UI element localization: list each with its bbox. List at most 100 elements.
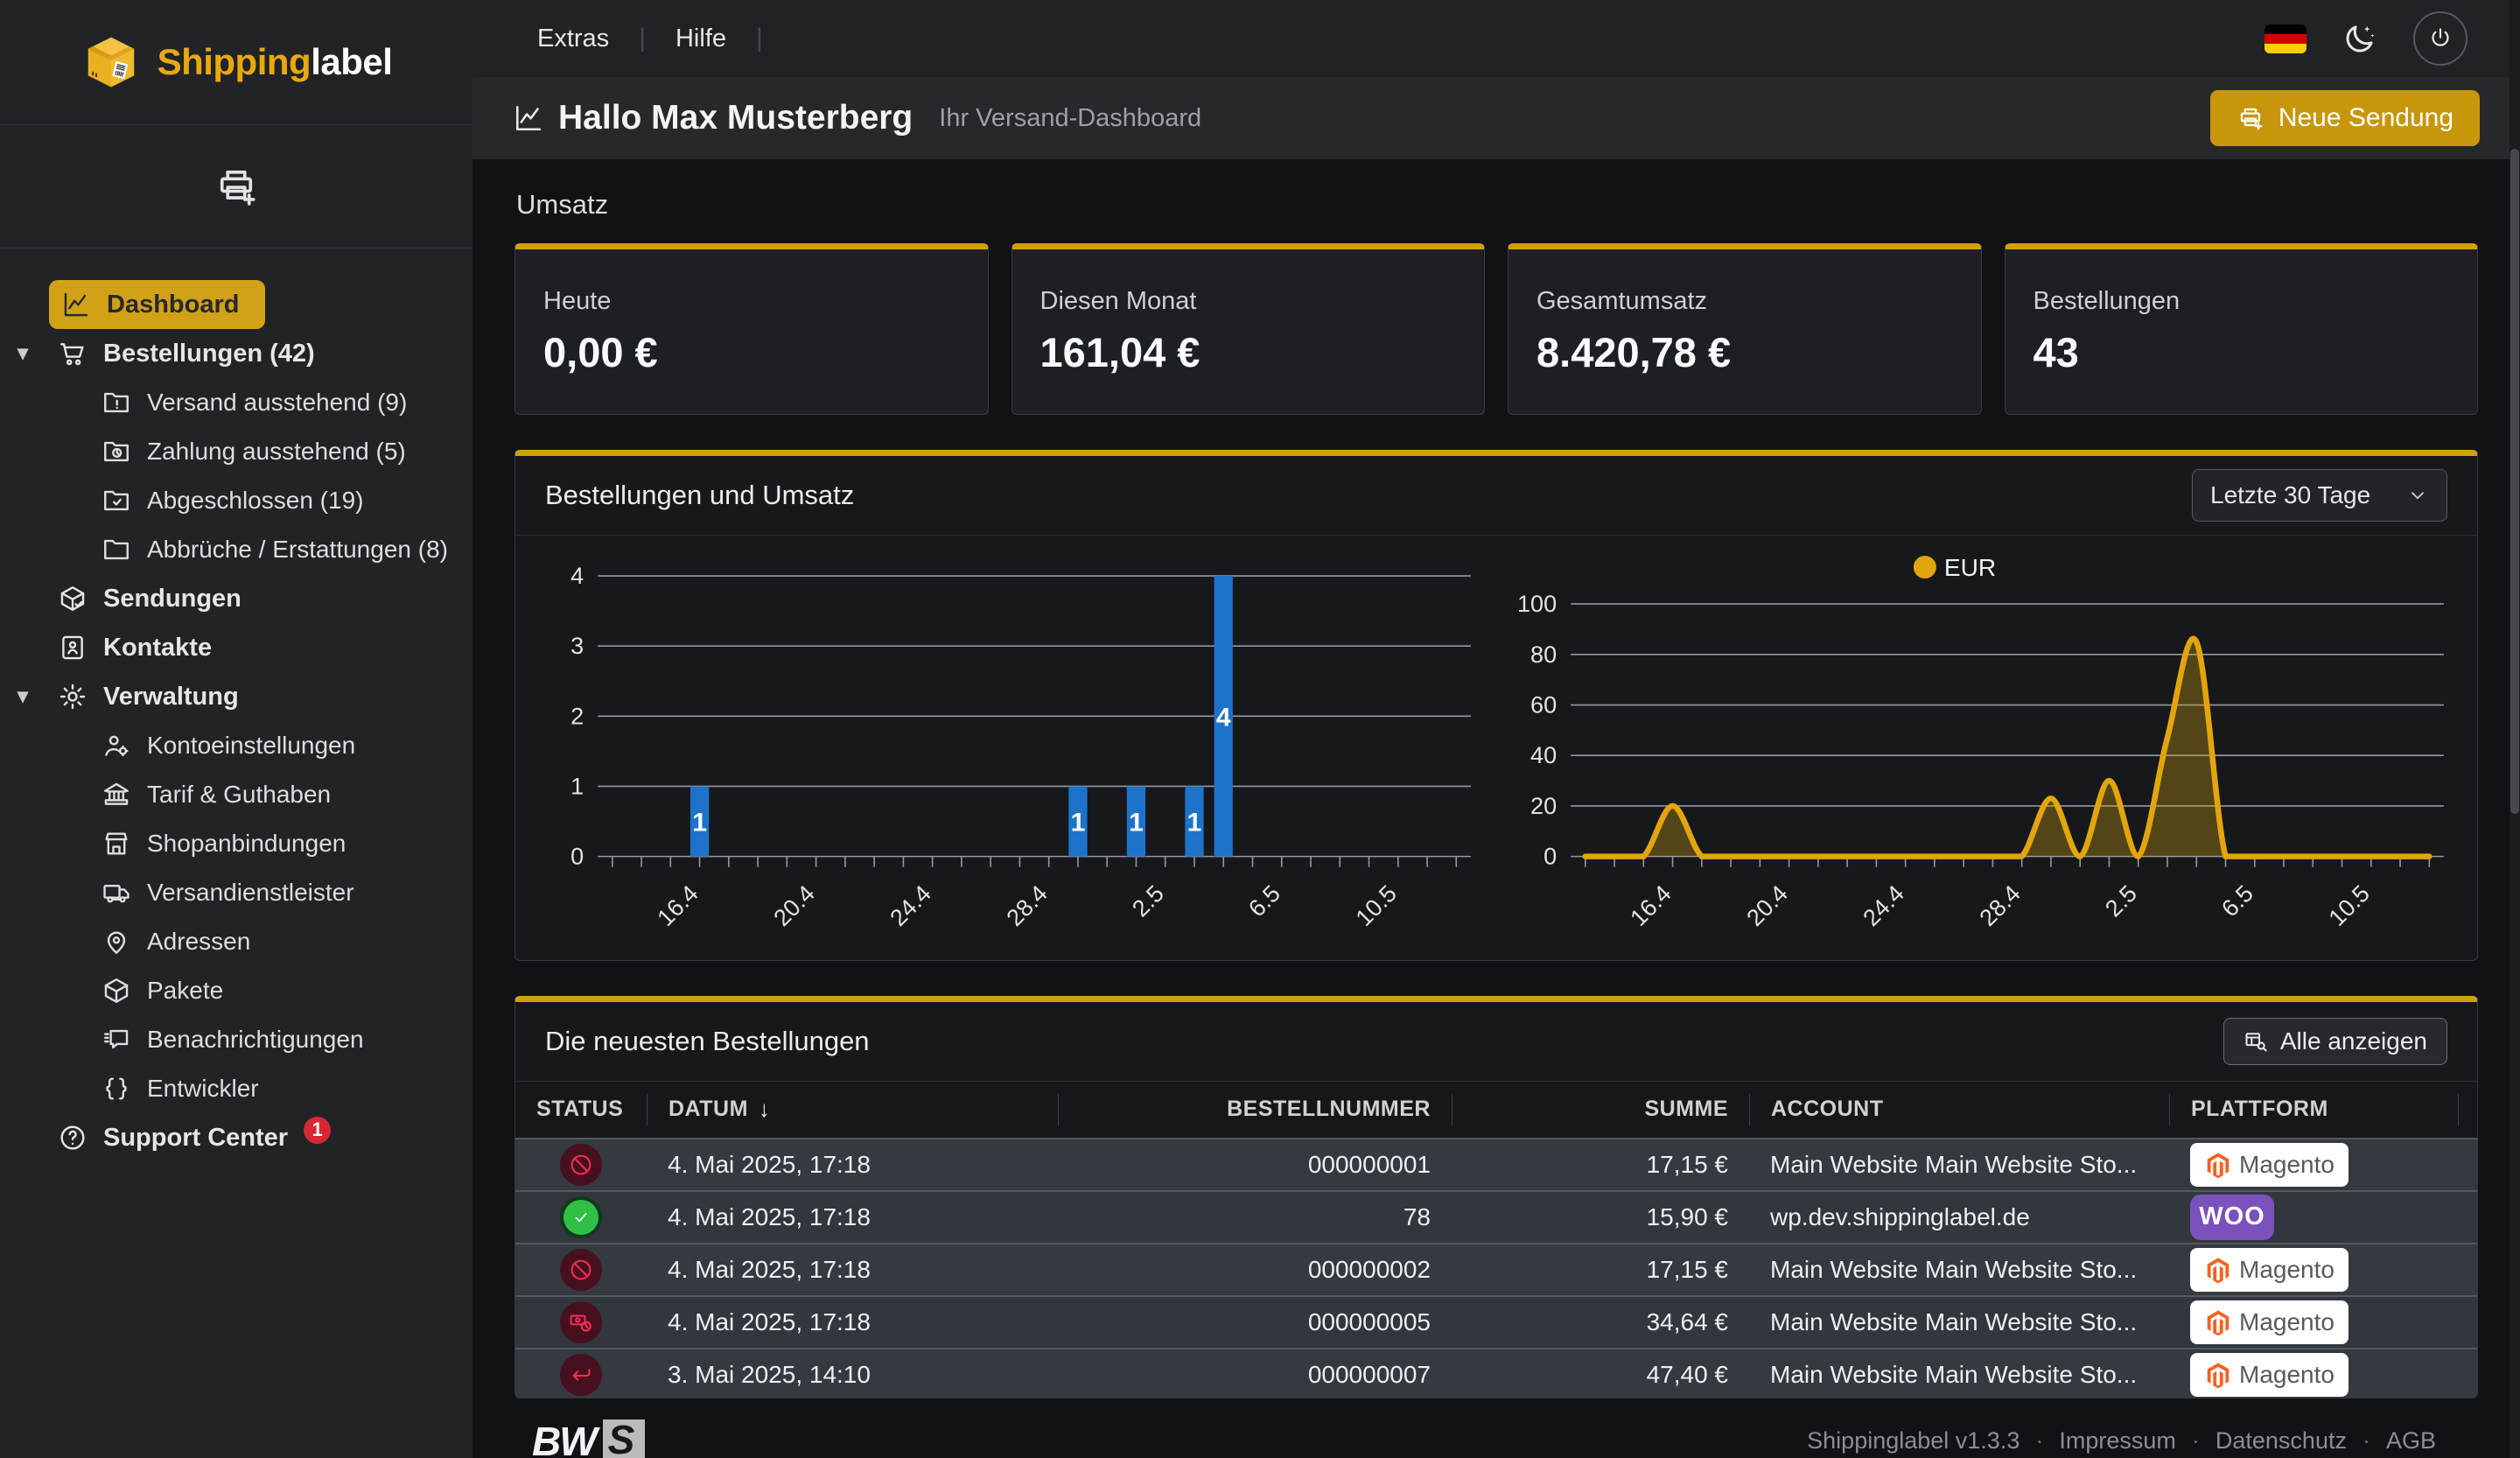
- table-row[interactable]: 4. Mai 2025, 17:1800000000217,15 €Main W…: [515, 1243, 2478, 1295]
- caret-down-icon[interactable]: ▾: [18, 686, 28, 707]
- cell-account: wp.dev.shippinglabel.de: [1749, 1203, 2169, 1231]
- sidebar-item-versandienstleister[interactable]: Versandienstleister: [0, 868, 472, 917]
- caret-down-icon[interactable]: ▾: [18, 343, 28, 364]
- cell-plattform: Magento: [2169, 1143, 2458, 1187]
- sidebar-item-label: Shopanbindungen: [147, 830, 346, 858]
- cart-icon: [58, 339, 88, 368]
- sidebar-item-sendungen[interactable]: Sendungen: [0, 574, 472, 623]
- column-header-datum[interactable]: DATUM↓: [647, 1094, 1058, 1125]
- cell-summe: 17,15 €: [1452, 1256, 1749, 1284]
- svg-text:1: 1: [570, 774, 584, 800]
- column-header-account[interactable]: ACCOUNT: [1749, 1094, 2169, 1125]
- scrollbar-thumb[interactable]: [2510, 149, 2519, 814]
- column-header-summe[interactable]: SUMME: [1452, 1094, 1749, 1125]
- column-header-status[interactable]: STATUS: [515, 1094, 647, 1125]
- footer-link-impressum[interactable]: Impressum: [2059, 1427, 2176, 1454]
- chart-panel-head: Bestellungen und Umsatz Letzte 30 Tage: [515, 456, 2477, 536]
- sidebar-item-bestellungen-42[interactable]: ▾Bestellungen (42): [0, 329, 472, 378]
- sidebar-item-adressen[interactable]: Adressen: [0, 917, 472, 966]
- sidebar-item-pakete[interactable]: Pakete: [0, 966, 472, 1015]
- column-header-plattform[interactable]: PLATTFORM: [2169, 1094, 2458, 1125]
- sidebar-item-kontakte[interactable]: Kontakte: [0, 623, 472, 672]
- moon-icon[interactable]: [2342, 20, 2378, 57]
- topbar-separator: |: [639, 24, 646, 53]
- sidebar: Shippinglabel Dashboard▾Bestellungen (42…: [0, 0, 472, 1458]
- new-shipment-label: Neue Sendung: [2278, 103, 2454, 133]
- topbar-links: Extras|Hilfe|: [537, 24, 793, 53]
- sidebar-item-label: Kontakte: [103, 634, 212, 662]
- topbar-link-hilfe[interactable]: Hilfe: [676, 25, 726, 53]
- app-logo[interactable]: Shippinglabel: [0, 0, 472, 125]
- page-subtitle: Ihr Versand-Dashboard: [939, 104, 1201, 133]
- footer-link-datenschutz[interactable]: Datenschutz: [2216, 1427, 2347, 1454]
- svg-text:20.4: 20.4: [1741, 880, 1792, 931]
- cell-account: Main Website Main Website Sto...: [1749, 1256, 2169, 1284]
- logout-button[interactable]: [2413, 11, 2468, 66]
- sidebar-item-verwaltung[interactable]: ▾ Verwaltung: [0, 672, 472, 721]
- cell-datum: 4. Mai 2025, 17:18: [647, 1203, 1058, 1231]
- svg-text:2.5: 2.5: [2100, 880, 2142, 922]
- contact-card-icon: [58, 633, 88, 662]
- charts-row: 0123416.420.424.428.42.56.510.511114 020…: [515, 536, 2477, 960]
- quick-print-area: [0, 125, 472, 249]
- date-range-value: Letzte 30 Tage: [2210, 481, 2370, 509]
- topbar-link-extras[interactable]: Extras: [537, 25, 609, 53]
- stat-card-bestellungen: Bestellungen43: [2005, 243, 2479, 415]
- svg-text:1: 1: [1187, 809, 1202, 838]
- new-shipment-button[interactable]: Neue Sendung: [2210, 90, 2480, 146]
- printer-plus-icon[interactable]: [214, 164, 259, 209]
- table-row[interactable]: 4. Mai 2025, 17:187815,90 €wp.dev.shippi…: [515, 1190, 2478, 1243]
- gear-icon: [58, 682, 88, 711]
- chart-line-icon: [61, 290, 91, 319]
- ban-icon: [568, 1257, 594, 1283]
- cell-account: Main Website Main Website Sto...: [1749, 1151, 2169, 1179]
- sidebar-item-abgeschlossen-19[interactable]: Abgeschlossen (19): [0, 476, 472, 525]
- status-cancelled-icon: [560, 1144, 602, 1186]
- magento-label: Magento: [2239, 1361, 2334, 1389]
- sidebar-item-label: Tarif & Guthaben: [147, 781, 331, 809]
- folder-clock-icon: [102, 437, 131, 466]
- orders-panel-head: Die neuesten Bestellungen Alle anzeigen: [515, 1002, 2477, 1082]
- table-row[interactable]: 4. Mai 2025, 17:1800000000117,15 €Main W…: [515, 1138, 2478, 1190]
- table-row[interactable]: 4. Mai 2025, 17:1800000000534,64 €Main W…: [515, 1295, 2478, 1348]
- sidebar-item-versand-ausstehend-9[interactable]: Versand ausstehend (9): [0, 378, 472, 427]
- table-row[interactable]: 3. Mai 2025, 14:1000000000747,40 €Main W…: [515, 1348, 2478, 1398]
- sidebar-item-support-center[interactable]: Support Center1: [0, 1113, 472, 1162]
- sidebar-item-zahlung-ausstehend-5[interactable]: Zahlung ausstehend (5): [0, 427, 472, 476]
- sidebar-item-label: Versandienstleister: [147, 879, 354, 907]
- sidebar-item-entwickler[interactable]: Entwickler: [0, 1064, 472, 1113]
- svg-text:24.4: 24.4: [885, 880, 935, 931]
- svg-text:28.4: 28.4: [1974, 880, 2025, 931]
- sidebar-item-abbr-che-erstattungen-8[interactable]: Abbrüche / Erstattungen (8): [0, 525, 472, 574]
- sidebar-item-kontoeinstellungen[interactable]: Kontoeinstellungen: [0, 721, 472, 770]
- stat-card-label: Diesen Monat: [1040, 287, 1485, 316]
- date-range-dropdown[interactable]: Letzte 30 Tage: [2192, 469, 2447, 522]
- folder-check-icon: [102, 486, 131, 515]
- footer-link-agb[interactable]: AGB: [2386, 1427, 2436, 1454]
- sidebar-item-benachrichtigungen[interactable]: Benachrichtigungen: [0, 1015, 472, 1064]
- return-arrow-icon: [568, 1362, 594, 1388]
- german-flag-icon[interactable]: [2264, 25, 2306, 53]
- message-icon: [102, 1025, 131, 1055]
- cell-datum: 3. Mai 2025, 14:10: [647, 1361, 1058, 1389]
- view-all-orders-button[interactable]: Alle anzeigen: [2223, 1018, 2447, 1065]
- check-icon: [570, 1207, 592, 1228]
- svg-text:1: 1: [1071, 809, 1086, 838]
- sidebar-item-dashboard[interactable]: Dashboard: [49, 280, 265, 329]
- page-scrollbar: [2510, 0, 2520, 1458]
- column-header-bestellnummer[interactable]: BESTELLNUMMER: [1058, 1094, 1452, 1125]
- cell-bestellnummer: 78: [1058, 1203, 1452, 1231]
- sidebar-item-tarif-guthaben[interactable]: Tarif & Guthaben: [0, 770, 472, 819]
- chart-legend: EUR: [1914, 554, 1996, 581]
- sidebar-item-shopanbindungen[interactable]: Shopanbindungen: [0, 819, 472, 868]
- package-logo-icon: [80, 32, 142, 93]
- power-icon: [2427, 25, 2454, 52]
- svg-text:80: 80: [1530, 641, 1557, 668]
- cell-status: [515, 1354, 647, 1396]
- cell-plattform: WOO: [2169, 1195, 2458, 1240]
- sidebar-item-label: Verwaltung: [103, 683, 239, 711]
- bws-logo[interactable]: BWS: [532, 1418, 645, 1458]
- shop-icon: [102, 829, 131, 859]
- column-header-aktionen[interactable]: AKTIONEN: [2458, 1094, 2478, 1125]
- sidebar-item-label: Kontoeinstellungen: [147, 732, 355, 760]
